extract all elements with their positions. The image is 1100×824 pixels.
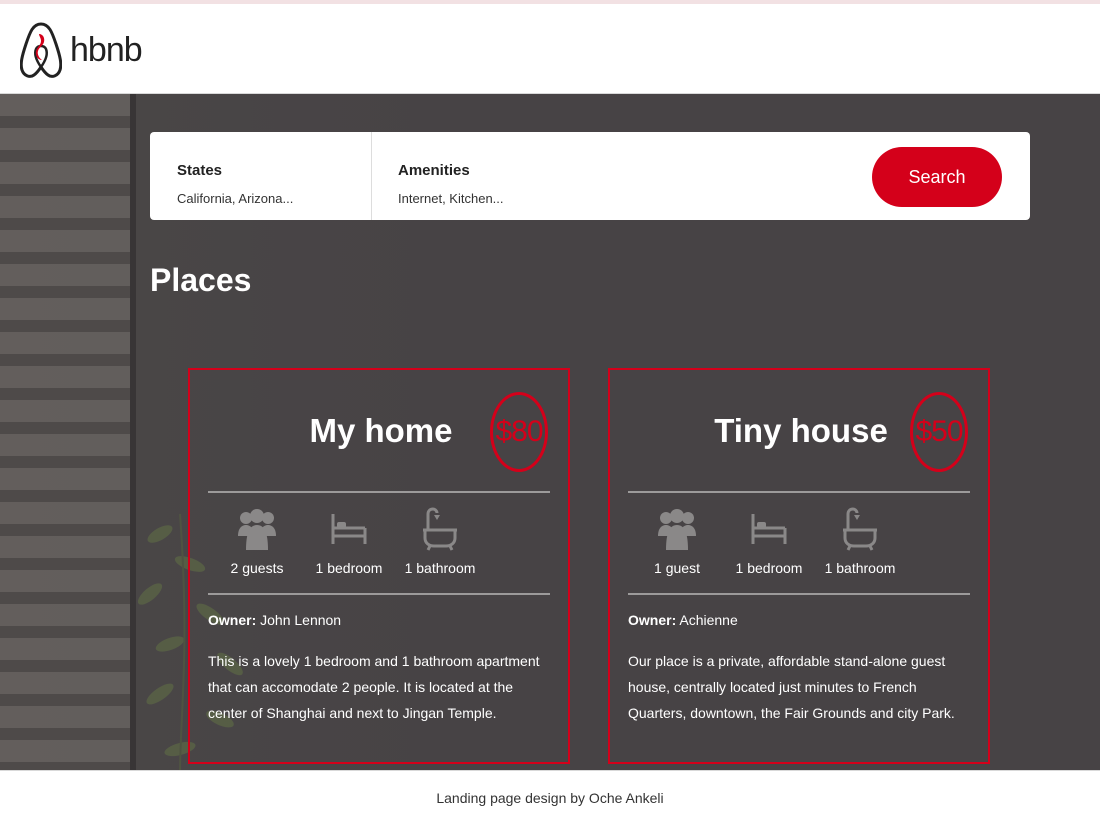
states-filter-title: States: [177, 162, 223, 179]
places-title: Places: [150, 262, 252, 298]
filters-bar: States California, Arizona... Amenities …: [150, 132, 1030, 220]
bedrooms-info: 1 bedroom: [724, 506, 814, 576]
states-filter[interactable]: States California, Arizona...: [150, 132, 372, 220]
divider: [628, 593, 970, 595]
footer-text: Landing page design by Oche Ankeli: [436, 790, 664, 806]
owner-label: Owner:: [208, 612, 257, 628]
bedrooms-info: 1 bedroom: [304, 506, 394, 576]
bathrooms-info: 1 bathroom: [395, 506, 485, 576]
owner-line: Owner: Achienne: [628, 612, 738, 628]
window-blind-decoration: [0, 94, 130, 770]
states-filter-value: California, Arizona...: [177, 191, 294, 206]
logo-text: hbnb: [70, 30, 143, 69]
place-card[interactable]: My home $80 2 guests 1 bedroom 1 bathroo…: [188, 368, 570, 764]
page: hbnb States California, Arizona... Ameni…: [0, 0, 1100, 824]
place-card[interactable]: Tiny house $50 1 guest 1 bedroom 1 bathr…: [608, 368, 990, 764]
guests-info: 2 guests: [212, 506, 302, 576]
bed-icon: [331, 514, 367, 544]
site-footer: Landing page design by Oche Ankeli: [0, 770, 1100, 824]
guests-icon: [238, 509, 276, 550]
search-button[interactable]: Search: [872, 147, 1002, 207]
divider: [208, 593, 550, 595]
divider: [208, 491, 550, 493]
site-header: hbnb: [0, 4, 1100, 94]
bathrooms-label: 1 bathroom: [824, 560, 896, 576]
amenities-filter-value: Internet, Kitchen...: [398, 191, 504, 206]
bed-icon: [751, 514, 787, 544]
bedrooms-label: 1 bedroom: [735, 560, 803, 576]
bathrooms-info: 1 bathroom: [815, 506, 905, 576]
price-badge: $80: [490, 392, 548, 472]
price-badge: $50: [910, 392, 968, 472]
bathrooms-label: 1 bathroom: [404, 560, 476, 576]
owner-name: John Lennon: [260, 612, 342, 628]
bathtub-icon: [423, 507, 457, 551]
owner-name: Achienne: [679, 612, 738, 628]
logo[interactable]: hbnb: [20, 20, 143, 80]
owner-line: Owner: John Lennon: [208, 612, 341, 628]
owner-label: Owner:: [628, 612, 677, 628]
guests-label: 2 guests: [230, 560, 284, 576]
hbnb-logo-icon: [20, 22, 62, 78]
divider: [628, 491, 970, 493]
bedrooms-label: 1 bedroom: [315, 560, 383, 576]
guests-icon: [658, 509, 696, 550]
amenities-filter-title: Amenities: [398, 162, 470, 179]
place-description: This is a lovely 1 bedroom and 1 bathroo…: [208, 653, 540, 721]
amenities-filter[interactable]: Amenities Internet, Kitchen...: [372, 132, 772, 220]
guests-label: 1 guest: [654, 560, 700, 576]
place-description: Our place is a private, affordable stand…: [628, 653, 955, 721]
bathtub-icon: [843, 507, 877, 551]
guests-info: 1 guest: [632, 506, 722, 576]
